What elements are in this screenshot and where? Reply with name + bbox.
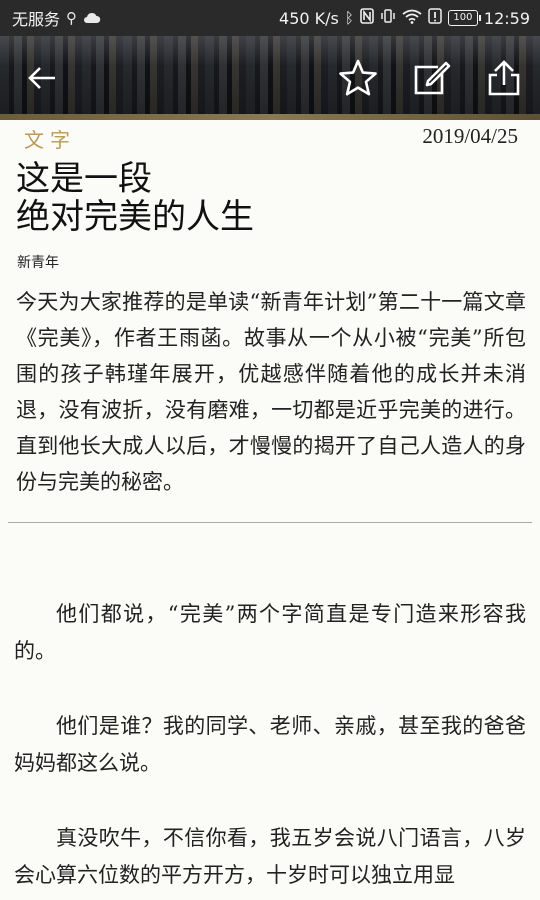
back-arrow-icon [28,67,55,89]
favorite-button[interactable] [336,56,380,100]
back-button[interactable] [20,56,64,100]
network-speed: 450 K/s [279,8,339,28]
edit-icon [414,61,451,95]
title-line-2: 绝对完美的人生 [16,197,254,237]
body-paragraph: 他们是谁？我的同学、老师、亲戚，甚至我的爸爸妈妈都这么说。 [14,714,526,775]
status-bar: 无服务 ⚲ 450 K/s ᛒ 100 12:59 [0,0,540,36]
article-body: 他们都说，“完美”两个字简直是专门造来形容我的。 他们是谁？我的同学、老师、亲戚… [14,596,526,900]
edit-button[interactable] [410,56,454,100]
cloud-icon [83,9,101,28]
category-label[interactable]: 文字 [24,124,76,153]
bluetooth-icon: ᛒ [344,9,354,27]
article-header [0,36,540,120]
publish-date: 2019/04/25 [422,124,518,148]
vibrate-icon [380,8,396,28]
usb-icon: ⚲ [66,9,78,27]
summary-divider [8,522,532,523]
status-right: 450 K/s ᛒ 100 12:59 [279,8,530,28]
article-source: 新青年 [17,255,59,271]
wifi-icon [402,9,422,28]
share-button[interactable] [482,56,526,100]
battery-icon: 100 [447,10,481,26]
share-icon [488,60,520,96]
status-left: 无服务 ⚲ [12,6,101,30]
alert-icon [428,8,442,28]
article-title: 这是一段 绝对完美的人生 [16,160,526,236]
body-paragraph: 他们都说，“完美”两个字简直是专门造来形容我的。 [14,602,526,663]
carrier-label: 无服务 [12,10,61,29]
nfc-icon [360,8,374,28]
article-summary: 今天为大家推荐的是单读“新青年计划”第二十一篇文章《完美》，作者王雨菡。故事从一… [16,290,526,494]
clock: 12:59 [483,8,530,28]
star-icon [339,59,377,96]
meta-row: 文字 2019/04/25 [0,120,540,154]
title-line-1: 这是一段 [16,159,152,199]
body-paragraph: 真没吹牛，不信你看，我五岁会说八门语言，八岁会心算六位数的平方开方，十岁时可以独… [14,826,526,887]
